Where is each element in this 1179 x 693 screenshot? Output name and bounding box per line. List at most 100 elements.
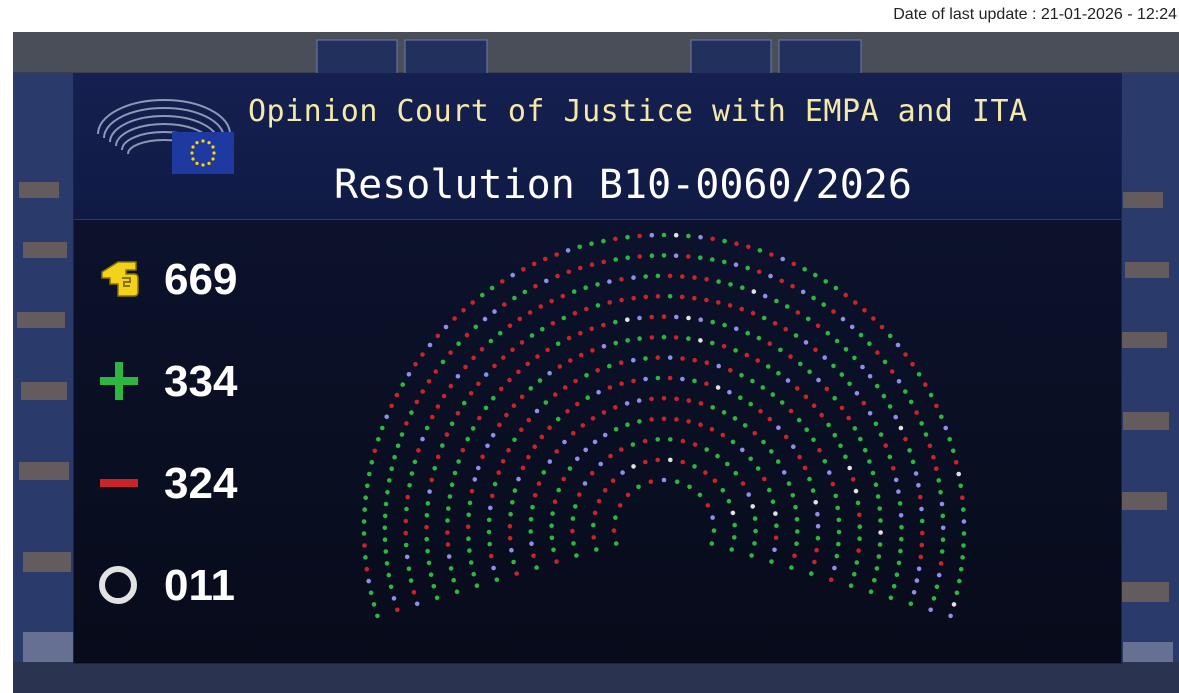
seat-dot <box>927 443 933 449</box>
seat-dot <box>698 255 703 260</box>
seat-dot <box>643 274 648 279</box>
seat-dot <box>730 510 736 516</box>
seat-dot <box>550 321 556 326</box>
seat-dot <box>625 492 631 498</box>
seat-dot <box>491 395 496 401</box>
seat-dot <box>761 439 766 445</box>
seat-dot <box>386 572 392 578</box>
seat-dot <box>874 566 880 571</box>
seat-dot <box>791 444 796 449</box>
seat-dot <box>589 241 594 246</box>
seat-dot <box>680 459 685 465</box>
seat-dot <box>758 408 763 414</box>
seat-dot <box>363 555 368 560</box>
seat-dot <box>613 515 618 520</box>
seat-dot <box>547 425 552 430</box>
seat-dot <box>497 422 502 428</box>
seat-dot <box>519 340 525 345</box>
seat-dot <box>826 422 831 428</box>
seat-dot <box>571 289 577 294</box>
seat-dot <box>807 369 812 375</box>
seat-dot <box>584 372 589 378</box>
seat-dot <box>392 454 397 460</box>
seat-dot <box>931 454 936 460</box>
seat-dot <box>746 492 751 497</box>
seat-dot <box>533 283 538 289</box>
seat-dot <box>692 357 697 363</box>
seat-dot <box>441 393 447 399</box>
seat-dot <box>740 285 745 290</box>
seat-dot <box>722 238 727 244</box>
seat-dot <box>715 385 721 390</box>
seat-dot <box>655 375 661 381</box>
seat-dot <box>528 517 534 522</box>
seat-dot <box>686 419 691 424</box>
seat-dot <box>709 541 715 546</box>
seat-dot <box>636 398 642 403</box>
seat-dot <box>409 410 414 415</box>
seat-dot <box>733 470 739 476</box>
seat-dot <box>489 285 495 291</box>
update-bar: Date of last update : 21-01-2026 - 12:24 <box>0 0 1179 32</box>
seat-dot <box>785 378 791 383</box>
seat-dot <box>835 505 840 511</box>
seat-dot <box>857 524 863 529</box>
seat-dot <box>404 506 409 512</box>
seat-dot <box>528 386 534 391</box>
seat-dot <box>474 583 480 588</box>
seat-dot <box>790 283 795 289</box>
seat-dot <box>878 530 883 535</box>
seat-dot <box>770 499 776 505</box>
seat-dot <box>715 453 720 459</box>
seat-dot <box>585 395 590 400</box>
seat-dot <box>637 233 642 239</box>
seat-dot <box>854 560 860 565</box>
seat-dot <box>452 470 458 476</box>
seat-dot <box>774 523 779 528</box>
seat-dot <box>502 302 507 307</box>
seat-dot <box>631 275 636 280</box>
seat-dot <box>710 236 715 242</box>
seat-dot <box>722 259 727 265</box>
seat-dot <box>464 332 470 338</box>
seat-dot <box>871 316 876 321</box>
seat-dot <box>619 277 624 282</box>
seat-dot <box>951 602 957 607</box>
seat-dot <box>551 547 556 553</box>
seat-dot <box>655 273 661 279</box>
seat-dot <box>698 401 704 406</box>
seat-dot <box>698 338 703 343</box>
seat-dot <box>432 466 437 471</box>
seat-dot <box>631 295 636 301</box>
seat-dot <box>839 405 845 411</box>
seat-dot <box>637 419 642 424</box>
seat-dot <box>770 392 776 397</box>
seat-dot <box>834 338 840 344</box>
seat-dot <box>813 500 818 505</box>
seat-dot <box>607 385 613 390</box>
seat-dot <box>667 273 673 279</box>
seat-dot <box>596 389 601 395</box>
seat-dot <box>528 529 533 534</box>
seat-dot <box>404 554 410 560</box>
seat-dot <box>596 498 602 504</box>
seat-dot <box>709 427 715 432</box>
seat-dot <box>470 300 475 305</box>
seat-dot <box>750 504 755 509</box>
seat-dot <box>815 535 821 541</box>
seat-dot <box>455 374 461 379</box>
seat-dot <box>562 439 567 445</box>
seat-dot <box>726 498 732 504</box>
seat-dot <box>619 381 624 386</box>
seat-dot <box>487 541 492 547</box>
seat-dot <box>431 584 437 589</box>
seat-dot <box>368 590 374 596</box>
seat-dot <box>742 423 748 428</box>
seat-dot <box>824 386 830 392</box>
seat-dot <box>692 464 697 469</box>
seat-dot <box>601 259 606 265</box>
seat-dot <box>789 565 794 570</box>
seat-dot <box>783 326 788 332</box>
seat-dot <box>610 478 616 483</box>
seat-dot <box>424 513 430 518</box>
